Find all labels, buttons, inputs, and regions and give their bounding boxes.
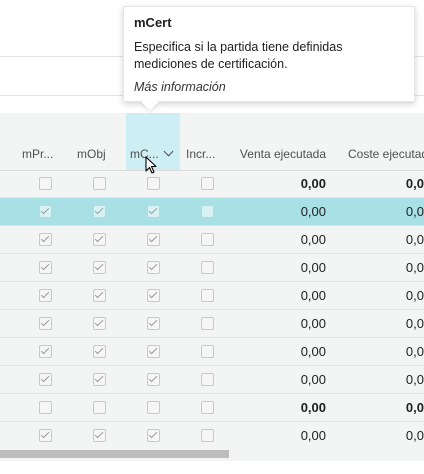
cell-coste-ejecutado: 0,0: [405, 316, 424, 331]
table-row[interactable]: 0,00 0,0: [0, 366, 424, 394]
checkbox-mcert[interactable]: [147, 317, 160, 330]
more-info-link[interactable]: Más información: [134, 80, 404, 94]
checkbox-mcert[interactable]: [147, 205, 160, 218]
checkbox-mpr[interactable]: [39, 289, 52, 302]
checkbox-incr[interactable]: [201, 261, 214, 274]
table-row[interactable]: 0,00 0,0: [0, 282, 424, 310]
data-grid: mPr... mObj mC... Incr... Venta ejecutad…: [0, 113, 424, 461]
checkbox-mpr[interactable]: [39, 429, 52, 442]
checkbox-mpr[interactable]: [39, 261, 52, 274]
tooltip-description-line2: mediciones de certificación.: [134, 57, 288, 71]
table-row[interactable]: 0,00 0,0: [0, 422, 424, 450]
table-row[interactable]: 0,00 0,0: [0, 226, 424, 254]
grid-header: mPr... mObj mC... Incr... Venta ejecutad…: [0, 113, 424, 171]
column-header-mobj[interactable]: mObj: [77, 113, 113, 170]
column-header-incr[interactable]: Incr...: [186, 113, 222, 170]
checkbox-incr[interactable]: [201, 289, 214, 302]
checkbox-mobj[interactable]: [93, 345, 106, 358]
checkbox-mcert[interactable]: [147, 373, 160, 386]
cell-coste-ejecutado: 0,0: [405, 176, 424, 191]
table-row[interactable]: 0,00 0,0: [0, 254, 424, 282]
checkbox-mobj[interactable]: [93, 373, 106, 386]
cell-coste-ejecutado: 0,0: [405, 372, 424, 387]
cell-coste-ejecutado: 0,0: [405, 232, 424, 247]
checkbox-mpr[interactable]: [39, 233, 52, 246]
footer-spacer: [0, 461, 424, 474]
checkbox-mpr[interactable]: [39, 401, 52, 414]
checkbox-mobj[interactable]: [93, 289, 106, 302]
checkbox-mpr[interactable]: [39, 373, 52, 386]
checkbox-mobj[interactable]: [93, 261, 106, 274]
checkbox-incr[interactable]: [201, 317, 214, 330]
checkbox-incr[interactable]: [201, 401, 214, 414]
cell-venta-ejecutada: 0,00: [300, 232, 326, 247]
checkbox-mobj[interactable]: [93, 401, 106, 414]
checkbox-incr[interactable]: [201, 233, 214, 246]
column-tooltip: mCert Especifica si la partida tiene def…: [123, 6, 415, 102]
cell-coste-ejecutado: 0,0: [405, 400, 424, 415]
checkbox-mobj[interactable]: [93, 205, 106, 218]
checkbox-mcert[interactable]: [147, 429, 160, 442]
checkbox-mobj[interactable]: [93, 177, 106, 190]
cell-venta-ejecutada: 0,00: [300, 400, 326, 415]
checkbox-mpr[interactable]: [39, 317, 52, 330]
checkbox-incr[interactable]: [201, 177, 214, 190]
checkbox-mpr[interactable]: [39, 177, 52, 190]
table-row[interactable]: 0,00 0,0: [0, 170, 424, 198]
column-header-coste-ejecutado[interactable]: Coste ejecutado: [348, 113, 424, 170]
cell-coste-ejecutado: 0,0: [405, 260, 424, 275]
mouse-cursor-icon: [145, 156, 157, 174]
cell-venta-ejecutada: 0,00: [300, 428, 326, 443]
table-row[interactable]: 0,00 0,0: [0, 310, 424, 338]
table-row[interactable]: 0,00 0,0: [0, 338, 424, 366]
checkbox-mobj[interactable]: [93, 233, 106, 246]
cell-venta-ejecutada: 0,00: [300, 176, 326, 191]
cell-venta-ejecutada: 0,00: [300, 316, 326, 331]
cell-venta-ejecutada: 0,00: [300, 344, 326, 359]
checkbox-mcert[interactable]: [147, 345, 160, 358]
checkbox-incr[interactable]: [201, 373, 214, 386]
checkbox-mcert[interactable]: [147, 261, 160, 274]
table-row[interactable]: 0,00 0,0: [0, 394, 424, 422]
cell-coste-ejecutado: 0,0: [405, 344, 424, 359]
cell-coste-ejecutado: 0,0: [405, 428, 424, 443]
checkbox-mcert[interactable]: [147, 233, 160, 246]
tooltip-description: Especifica si la partida tiene definidas…: [134, 39, 404, 73]
checkbox-incr[interactable]: [201, 345, 214, 358]
checkbox-mpr[interactable]: [39, 205, 52, 218]
checkbox-mcert[interactable]: [147, 289, 160, 302]
app-window: mPr... mObj mC... Incr... Venta ejecutad…: [0, 0, 424, 474]
cell-venta-ejecutada: 0,00: [300, 260, 326, 275]
column-header-mpr[interactable]: mPr...: [22, 113, 58, 170]
checkbox-incr[interactable]: [201, 429, 214, 442]
checkbox-mcert[interactable]: [147, 401, 160, 414]
table-row[interactable]: 0,00 0,0: [0, 198, 424, 226]
cell-venta-ejecutada: 0,00: [300, 372, 326, 387]
chevron-down-icon[interactable]: [163, 146, 174, 157]
checkbox-mcert[interactable]: [147, 177, 160, 190]
tooltip-description-line1: Especifica si la partida tiene definidas: [134, 40, 343, 54]
checkbox-mobj[interactable]: [93, 317, 106, 330]
cell-venta-ejecutada: 0,00: [300, 288, 326, 303]
tooltip-title: mCert: [134, 15, 172, 30]
horizontal-scrollbar-thumb[interactable]: [0, 450, 229, 458]
cell-venta-ejecutada: 0,00: [300, 204, 326, 219]
checkbox-mobj[interactable]: [93, 429, 106, 442]
checkbox-mpr[interactable]: [39, 345, 52, 358]
cell-coste-ejecutado: 0,0: [405, 204, 424, 219]
checkbox-incr[interactable]: [201, 205, 214, 218]
column-header-venta-ejecutada[interactable]: Venta ejecutada: [226, 113, 326, 170]
cell-coste-ejecutado: 0,0: [405, 288, 424, 303]
